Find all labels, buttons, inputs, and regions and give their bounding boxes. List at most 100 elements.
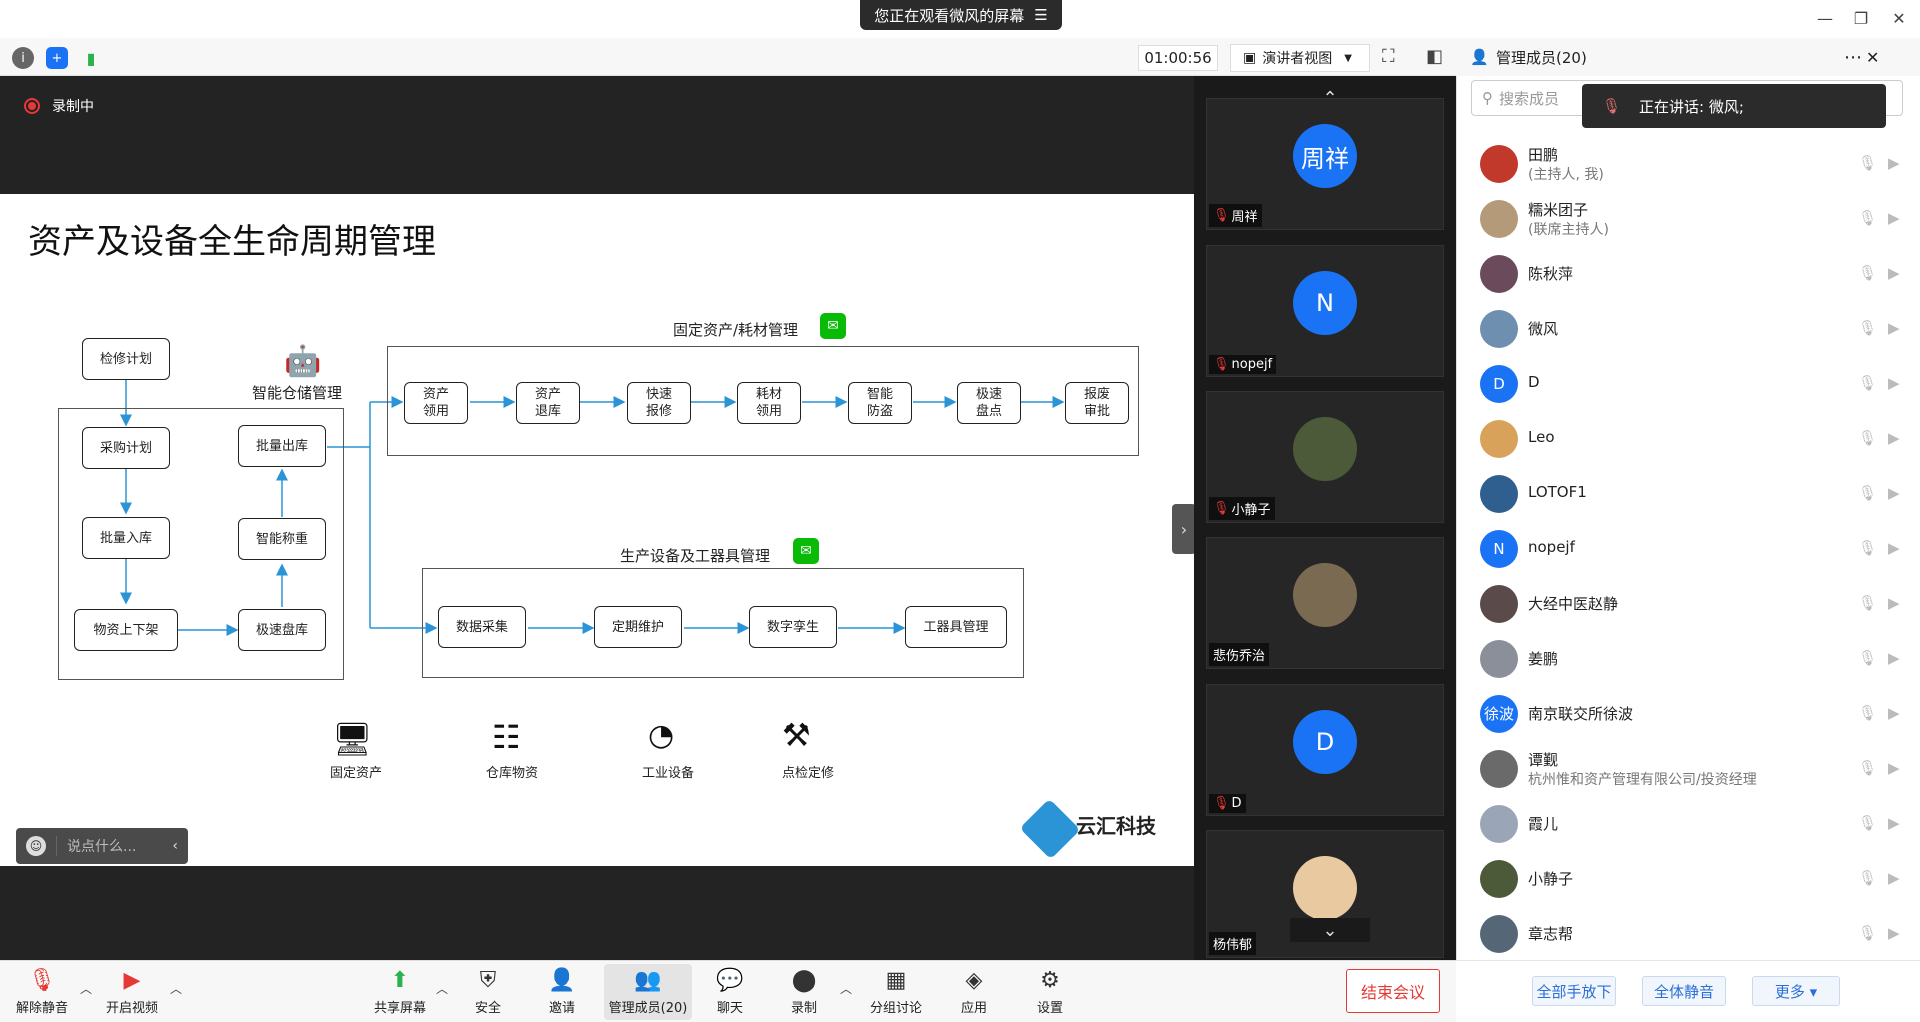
video-off-icon[interactable]: ▶ <box>1888 484 1900 502</box>
avatar: N <box>1480 529 1518 568</box>
video-off-icon[interactable]: ▶ <box>1888 209 1900 227</box>
mic-muted-icon[interactable]: 🎙 <box>1858 484 1877 502</box>
avatar <box>1480 144 1518 183</box>
mic-muted-icon[interactable]: 🎙 <box>1858 264 1877 282</box>
video-off-icon[interactable]: ▶ <box>1888 154 1900 172</box>
video-tile[interactable]: D 🎙 D <box>1206 684 1444 816</box>
manage-members-label: 管理成员(20) <box>608 1001 688 1016</box>
comment-input[interactable]: ☺ 说点什么... ‹ <box>16 828 188 864</box>
emoji-icon[interactable]: ☺ <box>26 836 46 856</box>
video-tile[interactable]: 周祥 🎙 周祥 <box>1206 98 1444 230</box>
chevron-up-icon[interactable]: ︿ <box>170 980 182 997</box>
breakout-icon: ▦ <box>885 968 907 993</box>
member-row[interactable]: 大经中医赵静 🎙 ▶ <box>1456 576 1920 631</box>
mic-muted-icon[interactable]: 🎙 <box>1858 429 1877 447</box>
chevron-left-icon[interactable]: ‹ <box>172 838 178 854</box>
collapse-strip-button[interactable]: › <box>1172 504 1196 554</box>
chat-button[interactable]: 💬 聊天 <box>708 964 752 1020</box>
member-row[interactable]: 小静子 🎙 ▶ <box>1456 851 1920 906</box>
unmute-button[interactable]: 🎙 解除静音 <box>14 964 70 1020</box>
manage-members-button[interactable]: 👥 管理成员(20) <box>604 964 692 1020</box>
mic-muted-icon[interactable]: 🎙 <box>1858 374 1877 392</box>
close-window-icon[interactable]: ✕ <box>1884 6 1914 30</box>
video-tile[interactable]: 🎙 小静子 <box>1206 391 1444 523</box>
mic-muted-icon: 🎙 <box>1213 796 1230 811</box>
shelf-icon: ☷ <box>492 718 521 756</box>
tile-name: 周祥 <box>1231 210 1258 225</box>
start-video-button[interactable]: ▶ 开启视频 <box>104 964 160 1020</box>
share-screen-button[interactable]: ⬆ 共享屏幕 <box>370 964 430 1020</box>
fullscreen-icon[interactable]: ⛶ <box>1382 46 1395 67</box>
video-off-icon[interactable]: ▶ <box>1888 869 1900 887</box>
member-row[interactable]: 谭觐 杭州惟和资产管理有限公司/投资经理 🎙 ▶ <box>1456 741 1920 796</box>
member-row[interactable]: 霞儿 🎙 ▶ <box>1456 796 1920 851</box>
member-row[interactable]: D D 🎙 ▶ <box>1456 356 1920 411</box>
flow-box: 极速盘库 <box>238 609 326 651</box>
restore-icon[interactable]: ❐ <box>1846 6 1876 30</box>
video-off-icon[interactable]: ▶ <box>1888 924 1900 942</box>
member-row[interactable]: 徐波 南京联交所徐波 🎙 ▶ <box>1456 686 1920 741</box>
video-tile[interactable]: 悲伤乔治 <box>1206 537 1444 669</box>
video-tile[interactable]: N 🎙 nopejf <box>1206 245 1444 377</box>
video-off-icon[interactable]: ▶ <box>1888 374 1900 392</box>
video-off-icon[interactable]: ▶ <box>1888 539 1900 557</box>
mic-muted-icon[interactable]: 🎙 <box>1858 759 1877 777</box>
member-row[interactable]: Nnopejf 🎙 ▶ <box>1456 521 1920 576</box>
tile-name: 小静子 <box>1231 503 1271 518</box>
member-row[interactable]: 糯米团子 (联席主持人) 🎙 ▶ <box>1456 191 1920 246</box>
video-off-icon[interactable]: ▶ <box>1888 704 1900 722</box>
more-button[interactable]: 更多 ▾ <box>1752 976 1840 1006</box>
member-row[interactable]: 田鹏 (主持人, 我) 🎙 ▶ <box>1456 136 1920 191</box>
apps-button[interactable]: ◈ 应用 <box>952 964 996 1020</box>
settings-button[interactable]: ⚙ 设置 <box>1028 964 1072 1020</box>
chevron-down-icon[interactable]: ⌄ <box>1290 918 1370 942</box>
end-meeting-button[interactable]: 结束会议 <box>1346 969 1440 1013</box>
chevron-up-icon[interactable]: ︿ <box>840 980 852 997</box>
chevron-up-icon[interactable]: ︿ <box>80 980 92 997</box>
meeting-window: 您正在观看微风的屏幕 ☰ — ❐ ✕ i + ▮ 01:00:56 ▣ 演讲者视… <box>0 0 1920 1022</box>
mic-muted-icon[interactable]: 🎙 <box>1858 594 1877 612</box>
mic-muted-icon[interactable]: 🎙 <box>1858 539 1877 557</box>
video-off-icon[interactable]: ▶ <box>1888 319 1900 337</box>
member-row[interactable]: Leo 🎙 ▶ <box>1456 411 1920 466</box>
breakout-button[interactable]: ▦ 分组讨论 <box>866 964 926 1020</box>
member-row[interactable]: 微风 🎙 ▶ <box>1456 301 1920 356</box>
invite-button[interactable]: 👤 邀请 <box>540 964 584 1020</box>
chevron-up-icon[interactable]: ︿ <box>436 980 448 997</box>
mic-muted-icon[interactable]: 🎙 <box>1858 704 1877 722</box>
view-mode-dropdown[interactable]: ▣ 演讲者视图 ▼ <box>1230 44 1370 72</box>
mic-muted-icon[interactable]: 🎙 <box>1858 649 1877 667</box>
member-row[interactable]: 陈秋萍 🎙 ▶ <box>1456 246 1920 301</box>
video-off-icon[interactable]: ▶ <box>1888 814 1900 832</box>
mic-muted-icon[interactable]: 🎙 <box>1858 319 1877 337</box>
wechat-icon: ✉ <box>820 313 846 339</box>
video-off-icon[interactable]: ▶ <box>1888 759 1900 777</box>
mute-all-button[interactable]: 全体静音 <box>1642 976 1726 1006</box>
sidebar-toggle-icon[interactable]: ◧ <box>1426 46 1443 67</box>
member-name: 陈秋萍 <box>1528 265 1574 283</box>
video-off-icon[interactable]: ▶ <box>1888 264 1900 282</box>
computer-icon: 🖥 <box>332 720 373 758</box>
member-name: D <box>1528 373 1540 391</box>
icon-label: 仓库物资 <box>485 766 538 781</box>
member-row[interactable]: LOTOF1 🎙 ▶ <box>1456 466 1920 521</box>
member-row[interactable]: 章志帮 🎙 ▶ <box>1456 906 1920 961</box>
lower-all-hands-button[interactable]: 全部手放下 <box>1532 976 1616 1006</box>
video-off-icon[interactable]: ▶ <box>1888 649 1900 667</box>
record-button[interactable]: ⬤ 录制 <box>782 964 826 1020</box>
more-icon[interactable]: ⋯ <box>1844 47 1862 68</box>
mic-muted-icon[interactable]: 🎙 <box>1858 924 1877 942</box>
video-off-icon[interactable]: ▶ <box>1888 594 1900 612</box>
avatar <box>1480 859 1518 898</box>
invite-label: 邀请 <box>548 1001 575 1016</box>
security-button[interactable]: ⛨ 安全 <box>466 964 510 1020</box>
minimize-icon[interactable]: — <box>1810 6 1840 30</box>
member-name: 田鹏 <box>1528 146 1559 164</box>
mic-muted-icon[interactable]: 🎙 <box>1858 814 1877 832</box>
video-off-icon[interactable]: ▶ <box>1888 429 1900 447</box>
mic-muted-icon[interactable]: 🎙 <box>1858 154 1877 172</box>
mic-muted-icon[interactable]: 🎙 <box>1858 209 1877 227</box>
member-row[interactable]: 姜鹏 🎙 ▶ <box>1456 631 1920 686</box>
mic-muted-icon[interactable]: 🎙 <box>1858 869 1877 887</box>
close-panel-icon[interactable]: ✕ <box>1866 48 1879 67</box>
